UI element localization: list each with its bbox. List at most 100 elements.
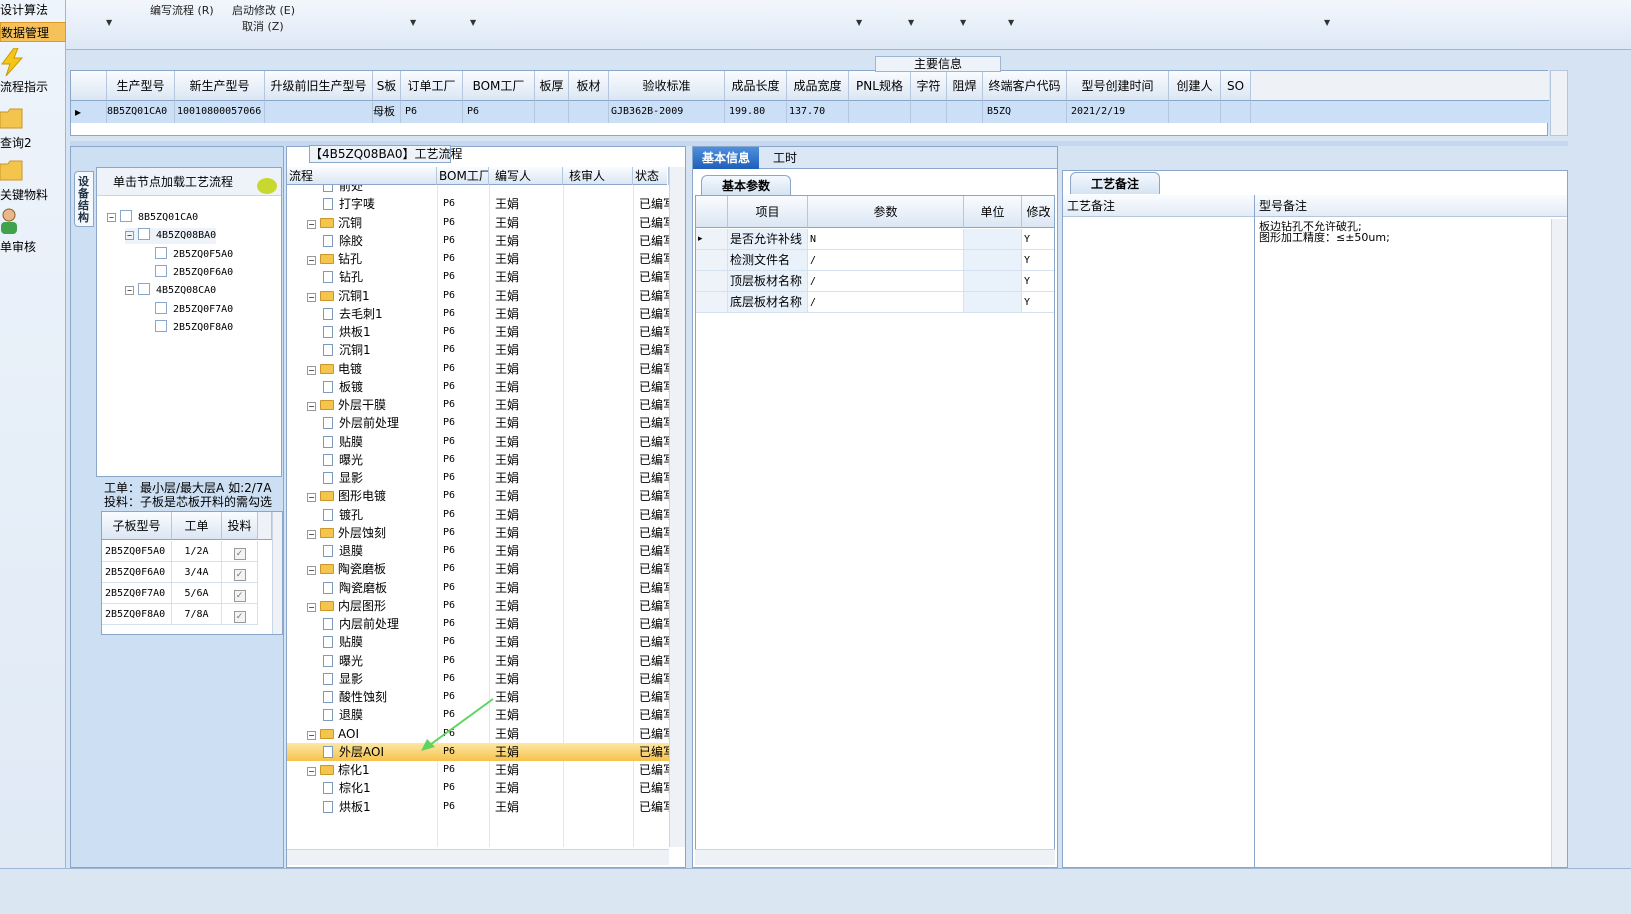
column-header[interactable]: 参数 bbox=[808, 196, 964, 228]
process-horizontal-scrollbar[interactable] bbox=[287, 849, 669, 865]
cell-solder-mask[interactable] bbox=[947, 101, 983, 123]
collapse-icon[interactable]: − bbox=[307, 602, 316, 612]
model-notes-text[interactable]: 板边钻孔不允许破孔; 图形加工精度：≤±50um; bbox=[1259, 221, 1390, 243]
cell-production-model[interactable]: 8B5ZQ01CA0 bbox=[107, 101, 175, 123]
cell-old-model[interactable] bbox=[265, 101, 373, 123]
tree-node[interactable]: 2B5ZQ0F5A0 bbox=[155, 247, 233, 263]
start-modify-button[interactable]: 启动修改 (E) bbox=[232, 2, 295, 18]
cell-thickness[interactable] bbox=[535, 101, 569, 123]
process-row[interactable]: 曝光 P6 王娟 已编写 bbox=[287, 652, 669, 670]
process-row[interactable]: − 棕化1 P6 王娟 已编写 bbox=[287, 761, 669, 779]
checkbox-icon[interactable] bbox=[138, 283, 150, 295]
process-row[interactable]: 前处 bbox=[287, 185, 669, 195]
checkbox-icon[interactable] bbox=[155, 320, 167, 332]
column-header[interactable]: 流程 bbox=[287, 167, 437, 185]
dropdown-arrow-icon[interactable]: ▼ bbox=[856, 18, 862, 27]
column-header[interactable]: 编写人 bbox=[489, 167, 563, 185]
cell-unit[interactable] bbox=[964, 229, 1022, 250]
process-notes-area[interactable] bbox=[1063, 195, 1255, 869]
cell-order-factory[interactable]: P6 bbox=[401, 101, 463, 123]
dropdown-arrow-icon[interactable]: ▼ bbox=[908, 18, 914, 27]
column-header[interactable]: 订单工厂 bbox=[401, 71, 463, 101]
column-header[interactable]: 单位 bbox=[964, 196, 1022, 228]
process-row[interactable]: − 外层蚀刻 P6 王娟 已编写 bbox=[287, 524, 669, 542]
checkbox-icon[interactable]: ✓ bbox=[233, 548, 246, 560]
collapse-icon[interactable]: − bbox=[307, 566, 316, 576]
collapse-icon[interactable]: − bbox=[307, 730, 316, 740]
column-header[interactable]: 型号备注 bbox=[1259, 195, 1307, 217]
cell-sub-feed[interactable]: ✓ bbox=[222, 562, 258, 583]
dropdown-arrow-icon[interactable]: ▼ bbox=[960, 18, 966, 27]
tree-node[interactable]: − 8B5ZQ01CA0 bbox=[107, 210, 198, 226]
cancel-button[interactable]: 取消 (Z) bbox=[242, 18, 284, 34]
row-indicator[interactable] bbox=[696, 250, 728, 271]
cell-param[interactable]: / bbox=[808, 292, 964, 313]
tree-node[interactable]: − 4B5ZQ08BA0 bbox=[125, 228, 217, 244]
cell-sub-model[interactable]: 2B5ZQ0F7A0 bbox=[102, 583, 172, 604]
collapse-icon[interactable]: − bbox=[307, 767, 316, 776]
process-row[interactable]: 板镀 P6 王娟 已编写 bbox=[287, 378, 669, 396]
process-row[interactable]: 烘板1 P6 王娟 已编写 bbox=[287, 323, 669, 341]
process-row[interactable]: 沉铜1 P6 王娟 已编写 bbox=[287, 341, 669, 359]
column-header[interactable]: 升级前旧生产型号 bbox=[265, 71, 373, 101]
process-row[interactable]: − 钻孔 P6 王娟 已编写 bbox=[287, 250, 669, 268]
column-header[interactable]: 成品长度 bbox=[725, 71, 787, 101]
cell-sub-order[interactable]: 1/2A bbox=[172, 541, 222, 562]
checkbox-icon[interactable] bbox=[138, 228, 150, 240]
cell-sub-order[interactable]: 5/6A bbox=[172, 583, 222, 604]
column-header[interactable]: 创建人 bbox=[1169, 71, 1221, 101]
column-header[interactable]: 板厚 bbox=[535, 71, 569, 101]
cell-s-board[interactable]: 母板 bbox=[373, 101, 401, 123]
cell-sub-order[interactable]: 7/8A bbox=[172, 604, 222, 625]
cell-modify[interactable]: Y bbox=[1022, 292, 1054, 313]
dropdown-arrow-icon[interactable]: ▼ bbox=[470, 18, 476, 27]
process-row[interactable]: 打字唛 P6 王娟 已编写 bbox=[287, 195, 669, 213]
basic-horizontal-scrollbar[interactable] bbox=[695, 849, 1055, 865]
column-header[interactable]: 投料 bbox=[222, 512, 258, 540]
column-header[interactable]: 修改 bbox=[1022, 196, 1054, 228]
checkbox-icon[interactable]: ✓ bbox=[233, 590, 246, 602]
nav-button-key-material[interactable]: 关键物料 bbox=[0, 154, 66, 212]
main-grid-scrollbar[interactable] bbox=[1550, 70, 1568, 136]
process-row[interactable]: 钻孔 P6 王娟 已编写 bbox=[287, 268, 669, 286]
cell-sub-model[interactable]: 2B5ZQ0F6A0 bbox=[102, 562, 172, 583]
cell-modify[interactable]: Y bbox=[1022, 271, 1054, 292]
column-header[interactable]: 阻焊 bbox=[947, 71, 983, 101]
column-header[interactable]: 终端客户代码 bbox=[983, 71, 1067, 101]
cell-sub-feed[interactable]: ✓ bbox=[222, 541, 258, 562]
checkbox-icon[interactable] bbox=[120, 210, 132, 222]
column-header[interactable]: 生产型号 bbox=[107, 71, 175, 101]
tree-node[interactable]: 2B5ZQ0F6A0 bbox=[155, 265, 233, 281]
cell-param[interactable]: / bbox=[808, 250, 964, 271]
process-row[interactable]: − 电镀 P6 王娟 已编写 bbox=[287, 360, 669, 378]
column-header[interactable]: 型号创建时间 bbox=[1067, 71, 1169, 101]
sub-grid-scrollbar[interactable] bbox=[272, 512, 282, 634]
tree-node[interactable]: 2B5ZQ0F7A0 bbox=[155, 302, 233, 318]
tab-device-structure[interactable]: 设备结构 bbox=[74, 171, 94, 227]
process-row[interactable]: 去毛刺1 P6 王娟 已编写 bbox=[287, 305, 669, 323]
process-row[interactable]: 退膜 P6 王娟 已编写 bbox=[287, 542, 669, 560]
column-header[interactable]: PNL规格 bbox=[849, 71, 911, 101]
checkbox-icon[interactable]: ✓ bbox=[233, 611, 246, 623]
collapse-icon[interactable]: − bbox=[307, 493, 316, 503]
process-row[interactable]: 陶瓷磨板 P6 王娟 已编写 bbox=[287, 579, 669, 597]
process-row[interactable]: − 沉铜 P6 王娟 已编写 bbox=[287, 214, 669, 232]
row-indicator[interactable] bbox=[696, 271, 728, 292]
collapse-icon[interactable]: − bbox=[307, 365, 316, 375]
nav-item-data-management[interactable]: 数据管理 bbox=[0, 22, 66, 42]
process-row[interactable]: 除胶 P6 王娟 已编写 bbox=[287, 232, 669, 250]
cell-pnl[interactable] bbox=[849, 101, 911, 123]
process-row[interactable]: 贴膜 P6 王娟 已编写 bbox=[287, 433, 669, 451]
dropdown-arrow-icon[interactable]: ▼ bbox=[106, 18, 112, 27]
column-header[interactable]: SO bbox=[1221, 71, 1251, 101]
cell-param[interactable]: N bbox=[808, 229, 964, 250]
process-row[interactable]: − 陶瓷磨板 P6 王娟 已编写 bbox=[287, 560, 669, 578]
row-indicator-icon[interactable]: ▸ bbox=[71, 101, 107, 123]
tab-basic-info[interactable]: 基本信息 bbox=[693, 147, 759, 169]
process-row[interactable]: 外层前处理 P6 王娟 已编写 bbox=[287, 414, 669, 432]
cell-sub-feed[interactable]: ✓ bbox=[222, 604, 258, 625]
cell-character[interactable] bbox=[911, 101, 947, 123]
checkbox-icon[interactable] bbox=[155, 247, 167, 259]
cell-sub-order[interactable]: 3/4A bbox=[172, 562, 222, 583]
column-header[interactable]: 状态 bbox=[633, 167, 669, 185]
